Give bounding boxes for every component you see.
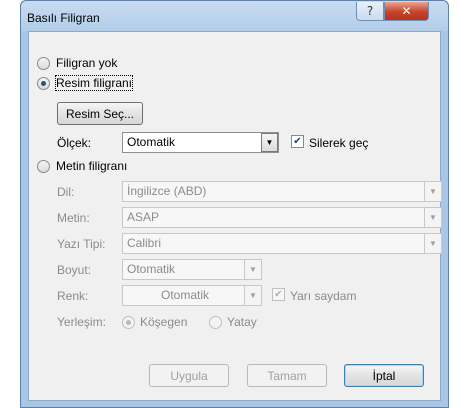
color-value: Otomatik <box>160 288 209 302</box>
font-combo[interactable]: Calibri ▼ <box>122 233 442 254</box>
select-picture-label: Resim Seç... <box>65 106 134 121</box>
color-combo[interactable]: Otomatik ▼ <box>122 285 262 306</box>
dropdown-arrow-icon[interactable]: ▼ <box>244 286 261 305</box>
semitransparent-label[interactable]: Yarı saydam <box>290 289 356 303</box>
color-label: Renk: <box>57 289 89 303</box>
language-label: Dil: <box>57 185 75 199</box>
layout-horizontal-radio[interactable] <box>209 316 222 329</box>
language-combo[interactable]: İngilizce (ABD) ▼ <box>122 181 442 202</box>
watermark-dialog: Basılı Filigran ? ✕ Filigran yok Resim f… <box>20 0 449 408</box>
washout-checkbox[interactable]: ✔ <box>291 135 304 148</box>
dropdown-arrow-icon[interactable]: ▼ <box>261 133 278 152</box>
dialog-title: Basılı Filigran <box>27 11 100 25</box>
font-value: Calibri <box>127 236 162 250</box>
dropdown-arrow-icon[interactable]: ▼ <box>424 182 441 201</box>
size-value: Otomatik <box>127 262 176 276</box>
ok-label: Tamam <box>267 368 307 383</box>
no-watermark-radio[interactable] <box>37 57 50 70</box>
scale-combo[interactable]: Otomatik ▼ <box>122 132 279 153</box>
layout-horizontal-label[interactable]: Yatay <box>227 315 257 329</box>
semitransparent-checkbox[interactable]: ✔ <box>272 288 285 301</box>
layout-label: Yerleşim: <box>57 315 106 329</box>
dropdown-arrow-icon[interactable]: ▼ <box>424 208 441 227</box>
layout-diagonal-radio[interactable] <box>122 316 135 329</box>
text-label: Metin: <box>57 211 90 225</box>
ok-button[interactable]: Tamam <box>247 364 327 387</box>
layout-diagonal-label[interactable]: Köşegen <box>140 315 187 329</box>
text-watermark-label[interactable]: Metin filigranı <box>56 159 127 173</box>
close-icon: ✕ <box>401 4 412 18</box>
title-bar[interactable]: Basılı Filigran ? ✕ <box>21 1 448 31</box>
cancel-label: İptal <box>372 368 396 383</box>
no-watermark-label[interactable]: Filigran yok <box>56 56 117 70</box>
close-button[interactable]: ✕ <box>384 2 429 21</box>
select-picture-button[interactable]: Resim Seç... <box>57 102 143 125</box>
dropdown-arrow-icon[interactable]: ▼ <box>244 260 261 279</box>
scale-label: Ölçek: <box>57 136 92 150</box>
language-value: İngilizce (ABD) <box>127 184 207 198</box>
font-label: Yazı Tipi: <box>57 237 106 251</box>
text-watermark-radio[interactable] <box>37 160 50 173</box>
picture-watermark-radio[interactable] <box>37 77 50 90</box>
apply-label: Uygula <box>170 368 208 383</box>
cancel-button[interactable]: İptal <box>344 364 424 387</box>
apply-button[interactable]: Uygula <box>149 364 229 387</box>
text-combo[interactable]: ASAP ▼ <box>122 207 442 228</box>
dialog-body: Filigran yok Resim filigranı Resim Seç..… <box>28 31 442 401</box>
text-value: ASAP <box>127 210 160 224</box>
picture-watermark-label[interactable]: Resim filigranı <box>54 75 134 91</box>
size-combo[interactable]: Otomatik ▼ <box>122 259 262 280</box>
size-label: Boyut: <box>57 263 92 277</box>
dropdown-arrow-icon[interactable]: ▼ <box>424 234 441 253</box>
help-button[interactable]: ? <box>356 2 384 21</box>
scale-value: Otomatik <box>127 135 176 149</box>
question-mark-icon: ? <box>366 4 374 18</box>
washout-label[interactable]: Silerek geç <box>309 136 368 150</box>
